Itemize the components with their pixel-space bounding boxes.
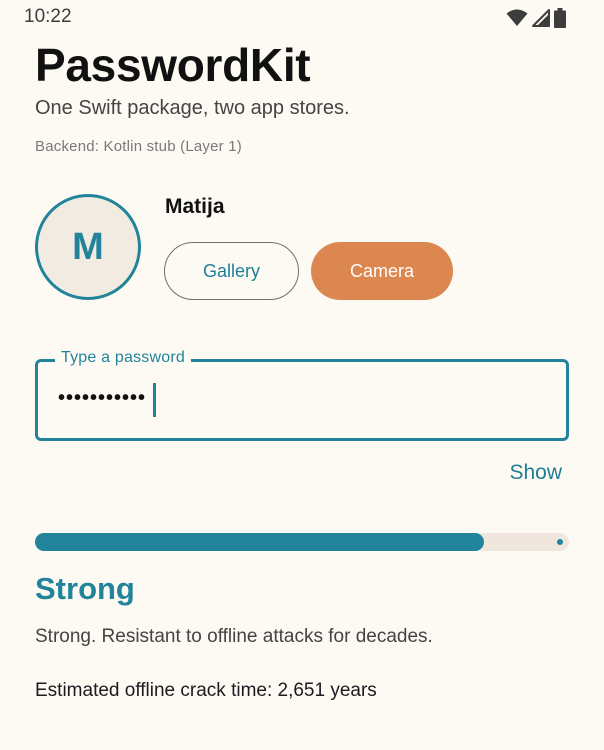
show-password-button[interactable]: Show xyxy=(509,461,562,485)
strength-meter xyxy=(35,533,569,551)
gallery-button[interactable]: Gallery xyxy=(164,242,299,300)
strength-label: Strong xyxy=(35,571,135,606)
status-bar: 10:22 xyxy=(0,0,604,34)
avatar-initial: M xyxy=(72,225,104,268)
backend-note: Backend: Kotlin stub (Layer 1) xyxy=(35,138,242,155)
avatar[interactable]: M xyxy=(35,194,141,300)
page-title: PasswordKit xyxy=(35,39,311,91)
battery-icon xyxy=(554,8,566,28)
strength-meter-end-dot xyxy=(557,539,563,545)
wifi-icon xyxy=(506,9,528,27)
password-field-label: Type a password xyxy=(55,349,191,367)
page-subtitle: One Swift package, two app stores. xyxy=(35,97,350,119)
signal-icon xyxy=(532,9,550,27)
user-name: Matija xyxy=(165,195,225,218)
status-time: 10:22 xyxy=(24,6,72,27)
strength-description: Strong. Resistant to offline attacks for… xyxy=(35,626,433,647)
password-masked-value[interactable]: ••••••••••• xyxy=(58,387,146,410)
crack-time-estimate: Estimated offline crack time: 2,651 year… xyxy=(35,680,377,701)
password-field[interactable]: Type a password ••••••••••• xyxy=(35,349,569,441)
camera-button[interactable]: Camera xyxy=(311,242,453,300)
status-icons xyxy=(506,8,566,28)
text-caret xyxy=(153,383,156,417)
strength-meter-fill xyxy=(35,533,484,551)
